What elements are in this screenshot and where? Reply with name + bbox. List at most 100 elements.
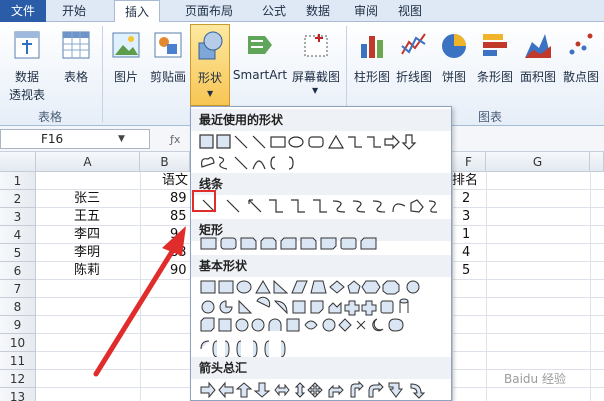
pivot-table-icon bbox=[14, 31, 40, 59]
tab-review[interactable]: 审阅 bbox=[350, 0, 382, 22]
pie-chart-button[interactable]: 饼图 bbox=[436, 24, 472, 106]
pie-chart-icon bbox=[442, 34, 466, 58]
pie-chart-label: 饼图 bbox=[441, 70, 466, 84]
screenshot-label: 屏幕截图 bbox=[291, 70, 340, 84]
column-header-h[interactable] bbox=[590, 152, 604, 172]
row-header[interactable]: 12 bbox=[0, 370, 36, 388]
cell-name[interactable]: 陈莉 bbox=[74, 262, 100, 280]
row-header[interactable]: 4 bbox=[0, 226, 36, 244]
tab-file[interactable]: 文件 bbox=[0, 0, 46, 22]
section-lines: 线条 bbox=[191, 173, 451, 195]
name-box-dropdown-icon[interactable]: ▼ bbox=[118, 134, 125, 144]
cell-score[interactable]: 90 bbox=[170, 262, 187, 280]
line-chart-button[interactable]: 折线图 bbox=[394, 24, 434, 106]
picture-button[interactable]: 图片 bbox=[106, 24, 146, 106]
cell-rank[interactable]: 3 bbox=[462, 208, 470, 226]
scatter-chart-button[interactable]: 散点图 bbox=[560, 24, 602, 106]
tab-page-layout[interactable]: 页面布局 bbox=[170, 0, 248, 22]
smartart-icon bbox=[248, 36, 272, 54]
clipart-icon bbox=[154, 32, 182, 58]
cell-score[interactable]: 83 bbox=[170, 244, 187, 262]
smartart-button[interactable]: SmartArt bbox=[232, 24, 288, 106]
row-header[interactable]: 9 bbox=[0, 316, 36, 334]
selected-line-shape-highlight[interactable] bbox=[192, 190, 216, 212]
group-tables-label: 表格 bbox=[38, 110, 63, 124]
cell-score[interactable]: 89 bbox=[170, 190, 187, 208]
smartart-label: SmartArt bbox=[232, 68, 288, 82]
cell-name[interactable]: 张三 bbox=[74, 190, 100, 208]
area-chart-button[interactable]: 面积图 bbox=[518, 24, 558, 106]
cell-rank[interactable]: 2 bbox=[462, 190, 470, 208]
shapes-label: 形状 bbox=[197, 71, 222, 85]
screenshot-icon bbox=[304, 34, 328, 57]
picture-icon bbox=[112, 32, 140, 58]
tab-insert[interactable]: 插入 bbox=[114, 0, 160, 23]
cell-rank[interactable]: 5 bbox=[462, 262, 470, 280]
cell-b1[interactable]: 语文 bbox=[162, 172, 188, 190]
grid-line bbox=[590, 172, 591, 401]
row-header[interactable]: 6 bbox=[0, 262, 36, 280]
recent-shapes-row[interactable] bbox=[199, 133, 445, 173]
group-separator bbox=[102, 26, 103, 122]
tab-home[interactable]: 开始 bbox=[50, 0, 98, 22]
row-header[interactable]: 13 bbox=[0, 388, 36, 401]
bar-chart-label: 条形图 bbox=[476, 70, 513, 84]
column-chart-button[interactable]: 柱形图 bbox=[350, 24, 394, 106]
tab-formulas[interactable]: 公式 bbox=[254, 0, 294, 22]
cell-rank[interactable]: 1 bbox=[462, 226, 470, 244]
cell-score[interactable]: 85 bbox=[170, 208, 187, 226]
column-header-g[interactable]: G bbox=[486, 152, 590, 172]
cell-f1[interactable]: 排名 bbox=[452, 172, 478, 190]
row-header[interactable]: 10 bbox=[0, 334, 36, 352]
screenshot-button[interactable]: 屏幕截图 ▼ bbox=[290, 24, 342, 106]
basic-shapes-grid[interactable] bbox=[199, 279, 445, 363]
row-header[interactable]: 2 bbox=[0, 190, 36, 208]
scatter-chart-label: 散点图 bbox=[562, 70, 599, 84]
column-header-f[interactable]: F bbox=[452, 152, 486, 172]
bar-chart-button[interactable]: 条形图 bbox=[474, 24, 516, 106]
column-chart-label: 柱形图 bbox=[353, 70, 390, 84]
row-header[interactable]: 3 bbox=[0, 208, 36, 226]
row-header[interactable]: 8 bbox=[0, 298, 36, 316]
shapes-dropdown-arrow-icon: ▼ bbox=[207, 89, 214, 98]
row-header[interactable]: 7 bbox=[0, 280, 36, 298]
cell-rank[interactable]: 4 bbox=[462, 244, 470, 262]
clipart-button[interactable]: 剪贴画 bbox=[148, 24, 188, 106]
table-button[interactable]: 表格 bbox=[56, 24, 96, 106]
group-charts-label: 图表 bbox=[478, 110, 503, 124]
column-header-b[interactable]: B bbox=[140, 152, 190, 172]
column-header-a[interactable]: A bbox=[36, 152, 140, 172]
area-chart-label: 面积图 bbox=[519, 70, 556, 84]
rectangle-shapes-row[interactable] bbox=[199, 235, 445, 253]
cell-name[interactable]: 李明 bbox=[74, 244, 100, 262]
scatter-chart-icon bbox=[569, 33, 593, 55]
cell-score[interactable]: 9 bbox=[170, 226, 178, 244]
line-chart-icon bbox=[401, 33, 426, 55]
select-all-corner[interactable] bbox=[0, 152, 36, 172]
table-icon bbox=[62, 31, 90, 59]
cell-name[interactable]: 李四 bbox=[74, 226, 100, 244]
grid-line bbox=[486, 172, 487, 401]
section-block-arrows: 箭头总汇 bbox=[191, 357, 451, 379]
row-header[interactable]: 5 bbox=[0, 244, 36, 262]
fx-icon[interactable]: ƒx bbox=[170, 133, 180, 146]
table-label: 表格 bbox=[63, 70, 88, 84]
block-arrows-row[interactable] bbox=[199, 381, 445, 399]
bar-chart-icon bbox=[483, 34, 507, 56]
screenshot-dropdown-arrow-icon: ▼ bbox=[312, 86, 319, 95]
pivot-table-label: 数据 bbox=[14, 70, 39, 84]
ribbon-tab-bar: 文件 开始 插入 页面布局 公式 数据 审阅 视图 bbox=[0, 0, 604, 23]
tab-view[interactable]: 视图 bbox=[394, 0, 426, 22]
name-box[interactable]: F16 bbox=[0, 129, 150, 149]
area-chart-icon bbox=[525, 34, 551, 58]
shapes-button[interactable]: 形状 ▼ bbox=[190, 24, 230, 106]
row-header[interactable]: 11 bbox=[0, 352, 36, 370]
lines-shapes-row[interactable] bbox=[199, 197, 445, 215]
clipart-label: 剪贴画 bbox=[149, 70, 186, 84]
shapes-icon bbox=[198, 31, 223, 60]
tab-data[interactable]: 数据 bbox=[302, 0, 334, 22]
section-recent-shapes: 最近使用的形状 bbox=[191, 109, 451, 131]
cell-name[interactable]: 王五 bbox=[74, 208, 100, 226]
row-header[interactable]: 1 bbox=[0, 172, 36, 190]
pivot-table-button[interactable]: 数据 透视表 bbox=[2, 24, 52, 106]
